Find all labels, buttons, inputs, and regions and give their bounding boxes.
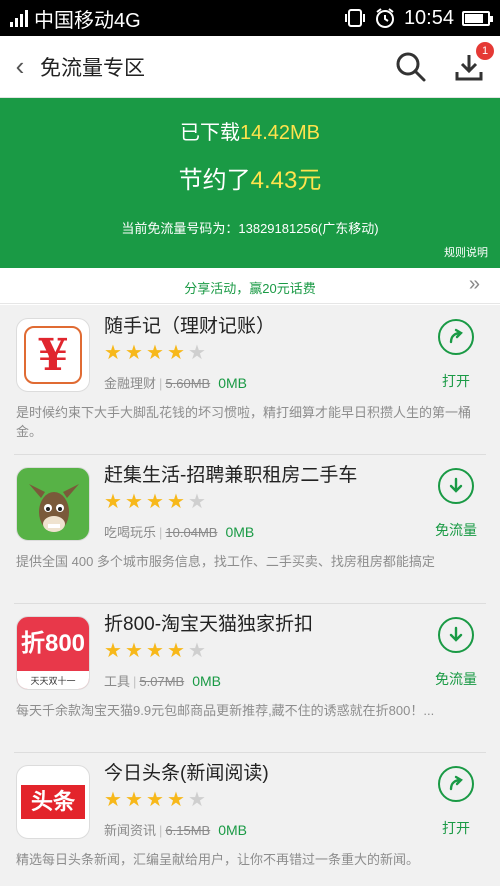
top-app-bar: ‹ 免流量专区 1 <box>0 36 500 98</box>
star-icon: ★ <box>188 342 206 364</box>
star-icon: ★ <box>167 789 185 811</box>
traffic-cost: 0MB <box>218 822 248 838</box>
star-icon: ★ <box>125 491 143 513</box>
list-item[interactable]: 头条 今日头条(新闻阅读) ★ ★ ★ ★ ★ 新闻资讯 | 6.15MB 0MB 精选每日头… <box>0 752 500 886</box>
traffic-cost: 0MB <box>225 524 255 540</box>
search-icon <box>396 52 426 81</box>
app-description: 精选每日头条新闻，汇编呈献给用户，让你不再错过一条重大的新闻。 <box>16 852 420 867</box>
app-description: 是时候约束下大手大脚乱花钱的坏习惯啦，精打细算才能早日积攒人生的第一桶金。 <box>16 405 472 439</box>
star-icon: ★ <box>125 640 143 662</box>
app-category: 新闻资讯 <box>104 823 157 838</box>
app-list: ¥ 随手记（理财记账） ★ ★ ★ ★ ★ 金融理财 | 5.60MB 0MB 是时候约束下大… <box>0 305 500 886</box>
app-size: 5.07MB <box>139 674 185 689</box>
star-icon: ★ <box>146 640 164 662</box>
free-download-button[interactable]: 免流量 <box>426 617 486 689</box>
rating-stars: ★ ★ ★ ★ ★ <box>104 492 208 514</box>
app-name: 随手记（理财记账） <box>104 316 276 337</box>
star-icon: ★ <box>104 491 122 513</box>
traffic-summary-banner: 已下载14.42MB 节约了4.43元 当前免流量号码为：13829181256… <box>0 98 500 268</box>
star-icon: ★ <box>104 789 122 811</box>
rules-link[interactable]: 规则说明 <box>444 244 488 260</box>
star-icon: ★ <box>167 342 185 364</box>
battery-icon <box>462 10 493 26</box>
app-name: 赶集生活-招聘兼职租房二手车 <box>104 465 358 486</box>
carrier-label: 中国移动4G <box>34 9 141 32</box>
download-arrow-icon <box>449 477 463 493</box>
app-meta: 工具 | 5.07MB 0MB <box>104 673 222 689</box>
share-text: 分享活动，赢20元话费 <box>184 281 316 296</box>
list-item[interactable]: ¥ 随手记（理财记账） ★ ★ ★ ★ ★ 金融理财 | 5.60MB 0MB 是时候约束下大… <box>0 305 500 454</box>
star-icon: ★ <box>167 640 185 662</box>
list-item[interactable]: 折800 天天双十一 折800-淘宝天猫独家折扣 ★ ★ ★ ★ ★ 工具 | 5.07MB… <box>0 603 500 752</box>
back-icon[interactable]: ‹ <box>0 51 40 82</box>
app-meta: 金融理财 | 5.60MB 0MB <box>104 375 248 391</box>
search-button[interactable] <box>394 50 428 84</box>
star-icon: ★ <box>104 342 122 364</box>
download-count-badge: 1 <box>476 41 494 60</box>
star-icon: ★ <box>125 342 143 364</box>
star-icon: ★ <box>125 789 143 811</box>
app-icon-suishouji: ¥ <box>16 318 90 392</box>
free-number-text: 当前免流量号码为：13829181256(广东移动) <box>121 221 379 236</box>
app-description: 提供全国 400 多个城市服务信息，找工作、二手买卖、找房租房都能搞定 <box>16 554 435 569</box>
star-icon: ★ <box>167 491 185 513</box>
app-size: 6.15MB <box>165 823 211 838</box>
traffic-cost: 0MB <box>218 375 248 391</box>
star-icon: ★ <box>188 789 206 811</box>
open-button[interactable]: 打开 <box>426 319 486 391</box>
share-activity-bar[interactable]: 分享活动，赢20元话费 » <box>0 268 500 304</box>
page-title: 免流量专区 <box>40 56 145 80</box>
app-category: 金融理财 <box>104 376 157 391</box>
star-icon: ★ <box>146 491 164 513</box>
double-chevron-right-icon: » <box>468 273 480 295</box>
app-meta: 吃喝玩乐 | 10.04MB 0MB <box>104 524 255 540</box>
status-bar: 中国移动4G 10:54 <box>0 0 500 36</box>
app-name: 折800-淘宝天猫独家折扣 <box>104 614 314 635</box>
vibrate-icon <box>344 9 365 27</box>
rating-stars: ★ ★ ★ ★ ★ <box>104 641 208 663</box>
app-meta: 新闻资讯 | 6.15MB 0MB <box>104 822 248 838</box>
rating-stars: ★ ★ ★ ★ ★ <box>104 790 208 812</box>
traffic-cost: 0MB <box>192 673 222 689</box>
free-download-button[interactable]: 免流量 <box>426 468 486 540</box>
open-arrow-icon <box>449 328 463 344</box>
app-size: 10.04MB <box>165 525 218 540</box>
downloaded-amount: 已下载14.42MB <box>179 122 321 144</box>
app-category: 吃喝玩乐 <box>104 525 157 540</box>
star-icon: ★ <box>188 491 206 513</box>
app-description: 每天千余款淘宝天猫9.9元包邮商品更新推荐,藏不住的诱惑就在折800！... <box>16 703 435 718</box>
donkey-icon <box>29 484 79 532</box>
star-icon: ★ <box>146 342 164 364</box>
app-category: 工具 <box>104 674 131 689</box>
app-icon-ganji <box>16 467 90 541</box>
signal-icon <box>10 9 28 27</box>
app-icon-toutiao: 头条 <box>16 765 90 839</box>
app-icon-zhe800: 折800 天天双十一 <box>16 616 90 690</box>
app-name: 今日头条(新闻阅读) <box>104 763 269 784</box>
rating-stars: ★ ★ ★ ★ ★ <box>104 343 208 365</box>
saved-amount: 节约了4.43元 <box>178 167 322 194</box>
download-manager-button[interactable]: 1 <box>452 41 494 84</box>
app-size: 5.60MB <box>165 376 211 391</box>
alarm-icon <box>375 8 394 28</box>
list-item[interactable]: 赶集生活-招聘兼职租房二手车 ★ ★ ★ ★ ★ 吃喝玩乐 | 10.04MB 0MB 提供全… <box>0 454 500 603</box>
download-arrow-icon <box>449 626 463 642</box>
star-icon: ★ <box>188 640 206 662</box>
open-button[interactable]: 打开 <box>426 766 486 838</box>
time-label: 10:54 <box>403 6 454 29</box>
open-arrow-icon <box>449 775 463 791</box>
star-icon: ★ <box>146 789 164 811</box>
star-icon: ★ <box>104 640 122 662</box>
